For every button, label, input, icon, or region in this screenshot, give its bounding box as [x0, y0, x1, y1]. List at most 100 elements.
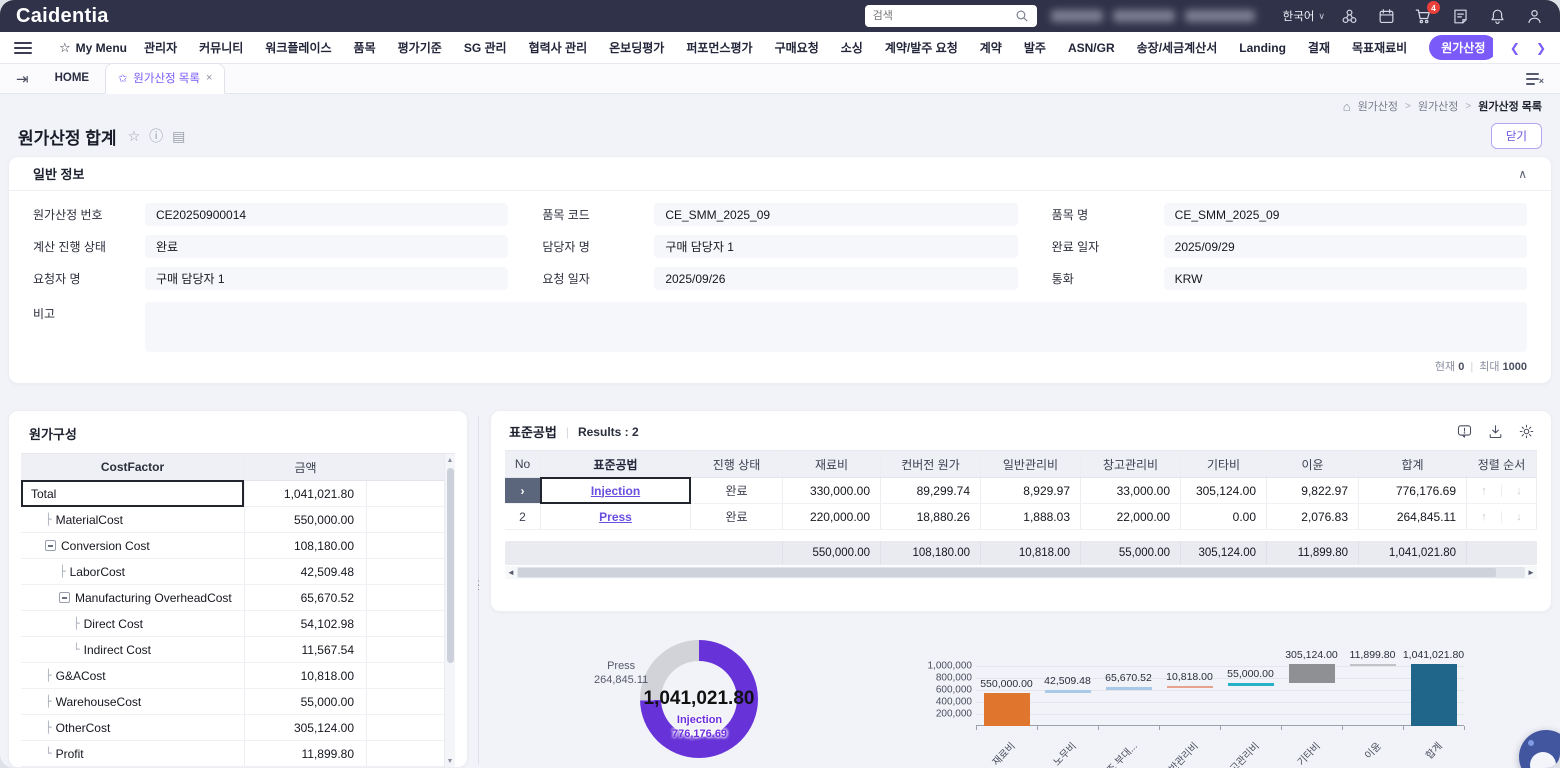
field-value[interactable]: 2025/09/29: [1164, 235, 1527, 258]
tree-row[interactable]: ├MaterialCost550,000.00: [21, 507, 455, 533]
tree-cell-name[interactable]: ├WarehouseCost: [21, 689, 245, 714]
tree-cell-name[interactable]: Manufacturing OverheadCost: [21, 585, 245, 610]
memo-icon[interactable]: [1450, 6, 1470, 26]
collapse-node-icon[interactable]: [59, 592, 70, 603]
breadcrumb-item[interactable]: 원가산정 목록: [1478, 98, 1542, 114]
menu-item[interactable]: 관리자: [144, 39, 177, 56]
hscrollbar-thumb[interactable]: [518, 568, 1496, 577]
menu-item-my-menu[interactable]: ☆ My Menu: [53, 40, 133, 56]
sort-down-icon[interactable]: ↓: [1501, 511, 1536, 523]
tree-cell-name[interactable]: ├OtherCost: [21, 715, 245, 740]
hamburger-menu-icon[interactable]: [14, 42, 32, 54]
sort-up-icon[interactable]: ↑: [1467, 485, 1501, 497]
value-cell[interactable]: 305,124.00: [1181, 478, 1267, 503]
horizontal-scrollbar[interactable]: ◄ ►: [505, 566, 1537, 579]
scroll-left-icon[interactable]: ◄: [505, 568, 517, 577]
value-cell[interactable]: 1,888.03: [981, 504, 1081, 529]
home-icon[interactable]: ⌂: [1343, 99, 1351, 114]
table-row[interactable]: 2Press완료220,000.0018,880.261,888.0322,00…: [505, 504, 1537, 530]
menu-item[interactable]: 커뮤니티: [199, 39, 243, 56]
cart-icon[interactable]: 4: [1413, 6, 1433, 26]
menu-item[interactable]: 목표재료비: [1352, 39, 1407, 56]
menu-scroll-right-icon[interactable]: ❯: [1536, 42, 1546, 54]
tab-close-icon[interactable]: ×: [206, 72, 212, 84]
tree-cell-name[interactable]: ├Direct Cost: [21, 611, 245, 636]
status-cell[interactable]: 완료: [691, 504, 783, 529]
menu-item[interactable]: 온보딩평가: [609, 39, 664, 56]
value-cell[interactable]: 89,299.74: [881, 478, 981, 503]
tab-cost-estimation-list[interactable]: ✩ 원가산정 목록 ×: [105, 63, 225, 94]
calendar-icon[interactable]: [1376, 6, 1396, 26]
field-value[interactable]: 2025/09/26: [654, 267, 1017, 290]
tree-cell-amount[interactable]: 1,041,021.80: [245, 481, 367, 506]
field-value[interactable]: CE20250900014: [145, 203, 508, 226]
menu-item[interactable]: 계약: [980, 39, 1002, 56]
value-cell[interactable]: 9,822.97: [1267, 478, 1359, 503]
menu-item[interactable]: ASN/GR: [1068, 41, 1115, 55]
menu-item[interactable]: SG 관리: [464, 39, 507, 56]
field-value[interactable]: 구매 담당자 1: [145, 267, 508, 290]
panel-splitter[interactable]: ::: [468, 410, 490, 768]
close-button[interactable]: 닫기: [1491, 123, 1542, 149]
tree-cell-name[interactable]: Conversion Cost: [21, 533, 245, 558]
scroll-down-icon[interactable]: ▼: [447, 755, 454, 767]
print-icon[interactable]: ▤: [172, 129, 185, 143]
splitter-handle-icon[interactable]: ::: [474, 582, 483, 589]
scrollbar-thumb[interactable]: [447, 468, 454, 663]
field-value[interactable]: KRW: [1164, 267, 1527, 290]
collapse-section-icon[interactable]: ∧: [1518, 167, 1527, 181]
tree-cell-name[interactable]: ├LaborCost: [21, 559, 245, 584]
tree-cell-amount[interactable]: 305,124.00: [245, 715, 367, 740]
user-profile-icon[interactable]: [1524, 6, 1544, 26]
close-all-tabs-icon[interactable]: ×: [1526, 72, 1544, 86]
menu-item[interactable]: 워크플레이스: [265, 39, 331, 56]
tree-cell-amount[interactable]: 65,670.52: [245, 585, 367, 610]
scroll-right-icon[interactable]: ►: [1525, 568, 1537, 577]
tab-home[interactable]: HOME: [39, 72, 106, 93]
status-cell[interactable]: 완료: [691, 478, 783, 503]
breadcrumb-item[interactable]: 원가산정: [1358, 98, 1398, 114]
menu-item[interactable]: Landing: [1239, 41, 1286, 55]
process-link[interactable]: Press: [541, 504, 691, 529]
sort-up-icon[interactable]: ↑: [1467, 511, 1501, 523]
menu-item[interactable]: 협력사 관리: [529, 39, 588, 56]
menu-item[interactable]: 품목: [354, 39, 376, 56]
tree-cell-name[interactable]: Total: [21, 481, 245, 506]
tree-row[interactable]: ├G&ACost10,818.00: [21, 663, 455, 689]
tree-cell-amount[interactable]: 42,509.48: [245, 559, 367, 584]
tree-row[interactable]: Manufacturing OverheadCost65,670.52: [21, 585, 455, 611]
menu-item[interactable]: 구매요청: [775, 39, 819, 56]
tree-row[interactable]: └Indirect Cost11,567.54: [21, 637, 455, 663]
sitemap-icon[interactable]: [1339, 6, 1359, 26]
row-number-cell[interactable]: 2: [505, 504, 541, 529]
menu-item[interactable]: 소싱: [841, 39, 863, 56]
tree-row[interactable]: ├LaborCost42,509.48: [21, 559, 455, 585]
favorite-star-icon[interactable]: ☆: [128, 129, 141, 143]
menu-item[interactable]: 결재: [1308, 39, 1330, 56]
scroll-up-icon[interactable]: ▲: [447, 454, 454, 466]
value-cell[interactable]: 776,176.69: [1359, 478, 1467, 503]
menu-item[interactable]: 원가산정: [1429, 35, 1493, 60]
remark-textarea[interactable]: [145, 302, 1527, 352]
settings-gear-icon[interactable]: [1518, 423, 1535, 440]
tree-row[interactable]: Total1,041,021.80: [21, 481, 455, 507]
field-value[interactable]: CE_SMM_2025_09: [1164, 203, 1527, 226]
vertical-scrollbar[interactable]: ▲ ▼: [444, 454, 455, 767]
tree-cell-name[interactable]: └Profit: [21, 741, 245, 766]
notifications-bell-icon[interactable]: [1487, 6, 1507, 26]
value-cell[interactable]: 22,000.00: [1081, 504, 1181, 529]
tree-row[interactable]: ├OtherCost305,124.00: [21, 715, 455, 741]
download-icon[interactable]: [1487, 423, 1504, 440]
tree-row[interactable]: Conversion Cost108,180.00: [21, 533, 455, 559]
tree-cell-name[interactable]: └Indirect Cost: [21, 637, 245, 662]
tree-cell-amount[interactable]: 11,567.54: [245, 637, 367, 662]
info-icon[interactable]: ⓘ: [149, 129, 163, 143]
menu-item[interactable]: 발주: [1024, 39, 1046, 56]
breadcrumb-item[interactable]: 원가산정: [1418, 98, 1458, 114]
collapse-tabs-icon[interactable]: ⇥: [16, 70, 29, 88]
tree-cell-name[interactable]: ├MaterialCost: [21, 507, 245, 532]
menu-item[interactable]: 계약/발주 요청: [885, 39, 958, 56]
tree-cell-name[interactable]: ├G&ACost: [21, 663, 245, 688]
grid-tooltip-icon[interactable]: [1456, 423, 1473, 440]
search-icon[interactable]: [1015, 9, 1029, 23]
